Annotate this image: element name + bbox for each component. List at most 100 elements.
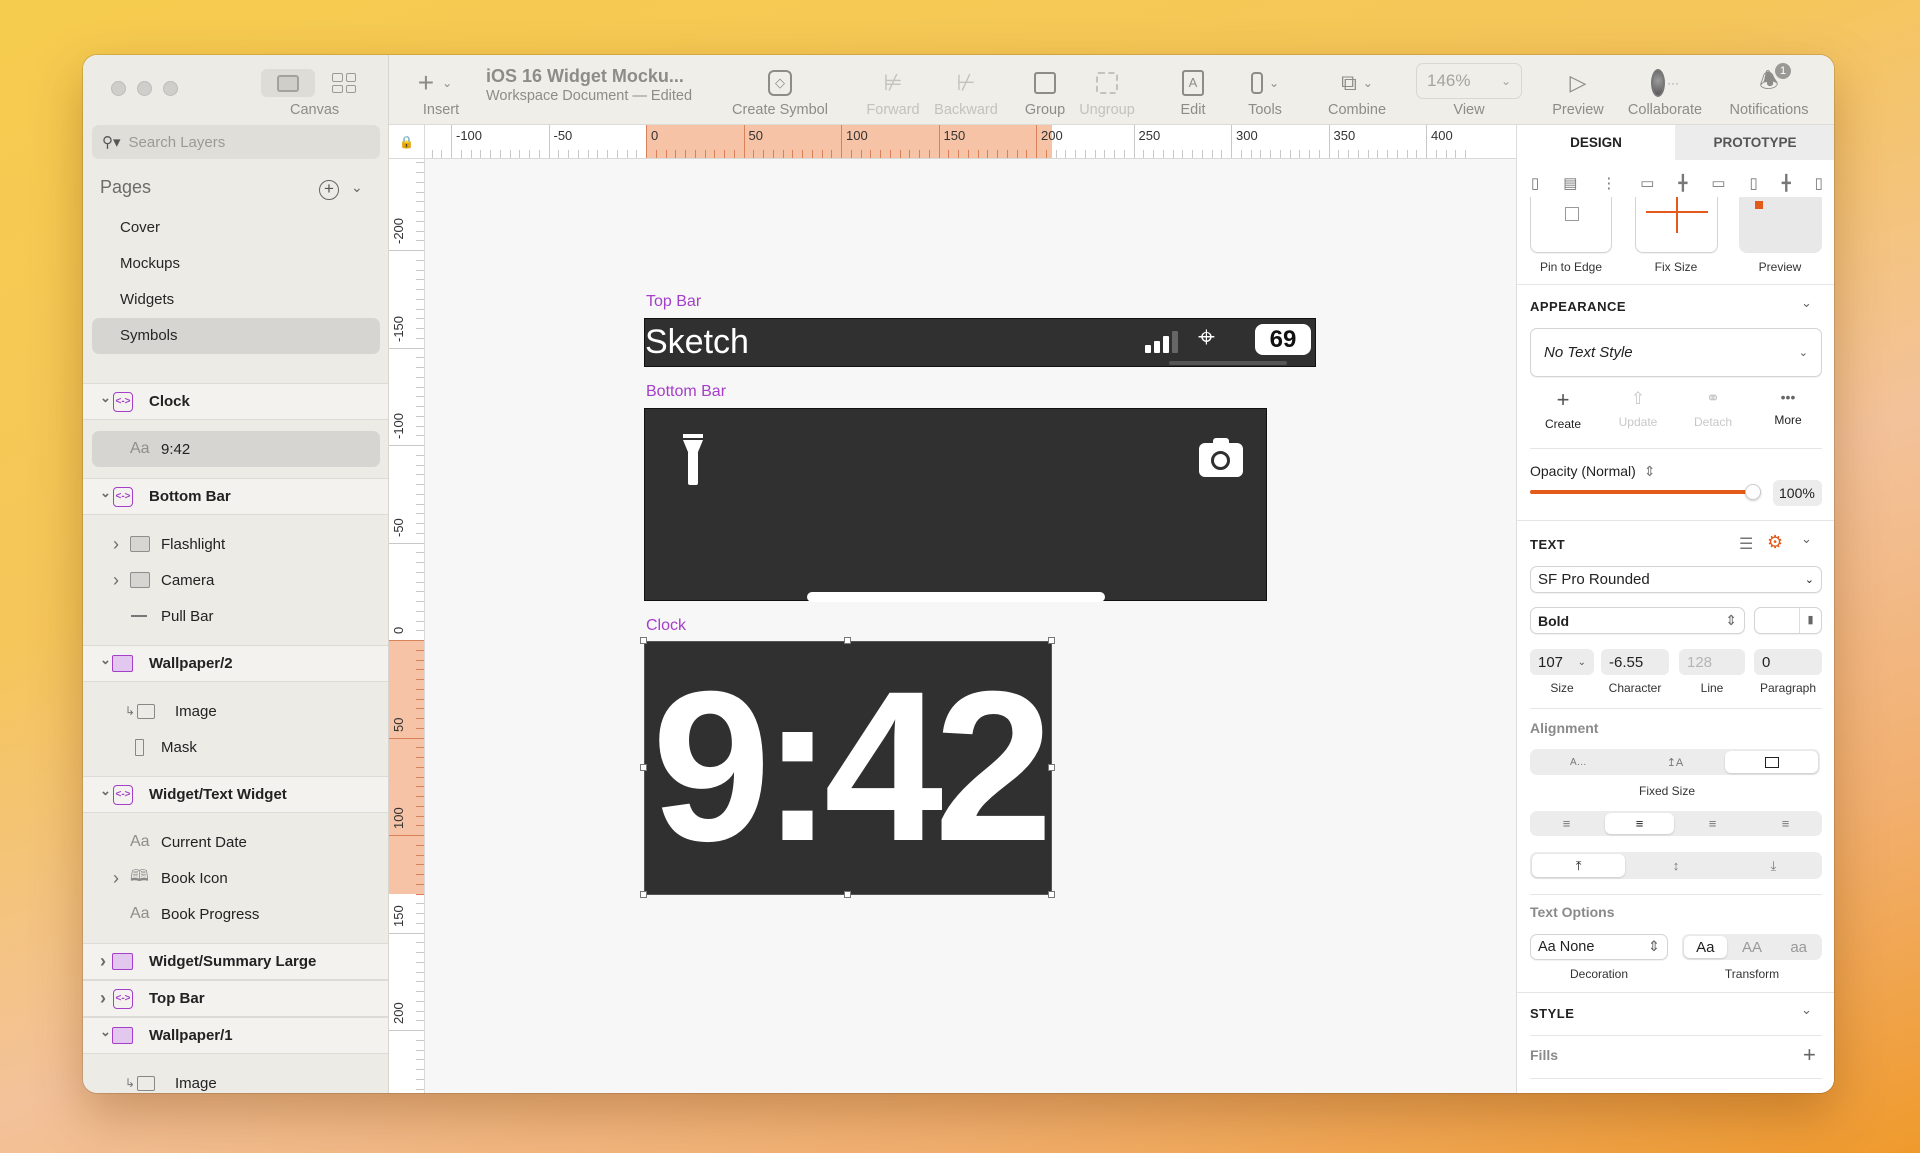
chevron-down-icon[interactable]: ⌄: [100, 485, 111, 501]
view-zoom-control[interactable]: 146% ⌄ View: [1416, 55, 1522, 125]
resize-handle[interactable]: [640, 637, 647, 644]
resize-handle[interactable]: [844, 637, 851, 644]
chevron-down-icon[interactable]: ⌄: [100, 1024, 111, 1040]
layer-row[interactable]: ⌄ <-> Widget/Text Widget: [83, 776, 388, 813]
forward-button[interactable]: ⊭ Forward: [863, 55, 923, 125]
decoration-select[interactable]: Aa None ⇕: [1530, 934, 1668, 960]
create-symbol-button[interactable]: ◇ Create Symbol: [725, 55, 835, 125]
chevron-right-icon[interactable]: ›: [113, 868, 119, 889]
close-window-button[interactable]: [111, 81, 126, 96]
chevron-right-icon[interactable]: ›: [113, 534, 119, 555]
search-layers-input[interactable]: ⚲▾ Search Layers: [92, 125, 380, 159]
zoom-window-button[interactable]: [163, 81, 178, 96]
combine-button[interactable]: ⧉ ⌄ Combine: [1322, 55, 1392, 125]
detach-style-button[interactable]: ⚭ Detach: [1688, 389, 1738, 429]
gear-icon[interactable]: ⚙: [1767, 532, 1783, 553]
bottom-bar-symbol[interactable]: [644, 408, 1267, 602]
add-fill-plus-icon[interactable]: +: [1803, 1042, 1816, 1068]
page-item-cover[interactable]: Cover: [92, 210, 380, 246]
backward-button[interactable]: ⊬ Backward: [934, 55, 998, 125]
distribute-vertical-icon[interactable]: ▤: [1563, 174, 1577, 194]
group-button[interactable]: Group: [1020, 55, 1070, 125]
chevron-right-icon[interactable]: ›: [100, 988, 106, 1009]
clock-artboard-label[interactable]: Clock: [646, 617, 686, 635]
more-options-icon[interactable]: ⋮: [1601, 174, 1616, 194]
collapse-pages-chevron-icon[interactable]: ⌄: [351, 179, 363, 196]
font-family-dropdown[interactable]: SF Pro Rounded ⌄: [1530, 566, 1822, 593]
layer-row[interactable]: ⌄ <-> Bottom Bar: [83, 478, 388, 515]
opacity-input[interactable]: 100%: [1773, 480, 1822, 506]
layer-row[interactable]: Mask: [83, 729, 388, 765]
transform-none-option[interactable]: Aa: [1684, 936, 1727, 958]
layer-row[interactable]: ⌄ <-> Clock: [83, 383, 388, 420]
tab-prototype[interactable]: PROTOTYPE: [1675, 125, 1834, 160]
ruler-lock-icon[interactable]: 🔒: [389, 125, 425, 159]
character-spacing-input[interactable]: -6.55: [1601, 649, 1669, 675]
edit-button[interactable]: A Edit: [1168, 55, 1218, 125]
layer-row[interactable]: › Flashlight: [83, 526, 388, 562]
align-text-top-icon[interactable]: ⤒: [1532, 854, 1626, 877]
layer-row[interactable]: ⌄ Wallpaper/1: [83, 1017, 388, 1054]
resize-handle[interactable]: [640, 764, 647, 771]
opacity-slider-knob[interactable]: [1745, 484, 1761, 500]
text-color-well[interactable]: ▮: [1754, 607, 1822, 634]
font-size-input[interactable]: 107 ⌄: [1530, 649, 1594, 675]
resize-handle[interactable]: [844, 891, 851, 898]
align-middle-icon[interactable]: ╋: [1782, 174, 1791, 194]
layer-row[interactable]: Aa Current Date: [83, 824, 388, 860]
fix-size-control[interactable]: [1635, 197, 1718, 253]
add-page-button[interactable]: +: [319, 180, 339, 200]
vertical-alignment-segmented-control[interactable]: ⤒ ↕ ⤓: [1530, 852, 1822, 879]
text-transform-segmented-control[interactable]: Aa AA aa: [1682, 934, 1822, 960]
style-collapse-chevron-icon[interactable]: ⌄: [1801, 1002, 1812, 1018]
canvas[interactable]: Top Bar Sketch ⌖ 69 Bottom Bar Clock 9:4…: [425, 159, 1516, 1093]
align-left-icon[interactable]: ▭: [1640, 174, 1654, 194]
layer-row[interactable]: ⌄ Wallpaper/2: [83, 645, 388, 682]
pin-to-edge-control[interactable]: [1530, 197, 1612, 253]
chevron-right-icon[interactable]: ›: [100, 951, 106, 972]
tab-design[interactable]: DESIGN: [1517, 125, 1675, 160]
layer-row[interactable]: Pull Bar: [83, 598, 388, 634]
chevron-down-icon[interactable]: ⌄: [100, 783, 111, 799]
top-bar-symbol[interactable]: Sketch ⌖ 69: [644, 318, 1316, 367]
align-right-icon[interactable]: ▭: [1711, 174, 1725, 194]
zoom-select[interactable]: 146% ⌄: [1416, 63, 1522, 99]
layer-row[interactable]: › <-> Top Bar: [83, 980, 388, 1017]
opacity-label[interactable]: Opacity (Normal) ⇕: [1530, 463, 1655, 480]
canvas-view-toggle[interactable]: [261, 69, 315, 97]
ungroup-button[interactable]: Ungroup: [1077, 55, 1137, 125]
top-bar-artboard-label[interactable]: Top Bar: [646, 293, 701, 311]
layer-row[interactable]: Aa Book Progress: [83, 896, 388, 932]
layer-row[interactable]: › Widget/Summary Large: [83, 943, 388, 980]
layer-row[interactable]: Aa 9:42: [83, 431, 388, 467]
align-bottom-icon[interactable]: ▯: [1815, 174, 1823, 194]
auto-height-icon[interactable]: ↥A: [1629, 751, 1722, 773]
page-item-widgets[interactable]: Widgets: [92, 282, 380, 318]
horizontal-alignment-segmented-control[interactable]: ≡ ≡ ≡ ≡: [1530, 811, 1822, 836]
align-text-center-icon[interactable]: ≡: [1605, 813, 1674, 834]
horizontal-ruler[interactable]: -100 -50 0 50 100 150 200 250 300 350 400: [425, 125, 1516, 159]
grid-view-toggle[interactable]: [332, 73, 356, 93]
vertical-ruler[interactable]: -200 -150 -100 -50 0 50 100 150 200: [389, 159, 425, 1093]
transform-lowercase-option[interactable]: aa: [1777, 936, 1820, 958]
layer-row[interactable]: ↳ Image: [83, 1065, 388, 1093]
fixed-size-icon[interactable]: [1725, 751, 1819, 773]
align-text-right-icon[interactable]: ≡: [1678, 813, 1747, 834]
more-style-button[interactable]: ••• More: [1768, 389, 1808, 427]
font-weight-select[interactable]: Bold ⇕: [1530, 607, 1745, 634]
align-text-bottom-icon[interactable]: ⤓: [1727, 854, 1820, 877]
page-item-mockups[interactable]: Mockups: [92, 246, 380, 282]
create-style-button[interactable]: + Create: [1543, 387, 1583, 431]
justify-text-icon[interactable]: ≡: [1751, 813, 1820, 834]
resize-handle[interactable]: [1048, 637, 1055, 644]
distribute-horizontal-icon[interactable]: ▯: [1531, 174, 1539, 194]
resize-handle[interactable]: [1048, 764, 1055, 771]
align-text-middle-icon[interactable]: ↕: [1629, 854, 1722, 877]
preview-button[interactable]: ▷ Preview: [1548, 55, 1608, 125]
appearance-collapse-chevron-icon[interactable]: ⌄: [1801, 295, 1812, 311]
tools-button[interactable]: ⌄ Tools: [1240, 55, 1290, 125]
clock-symbol[interactable]: 9:42: [644, 641, 1053, 895]
minimize-window-button[interactable]: [137, 81, 152, 96]
align-top-icon[interactable]: ▯: [1749, 174, 1757, 194]
resize-handle[interactable]: [1048, 891, 1055, 898]
